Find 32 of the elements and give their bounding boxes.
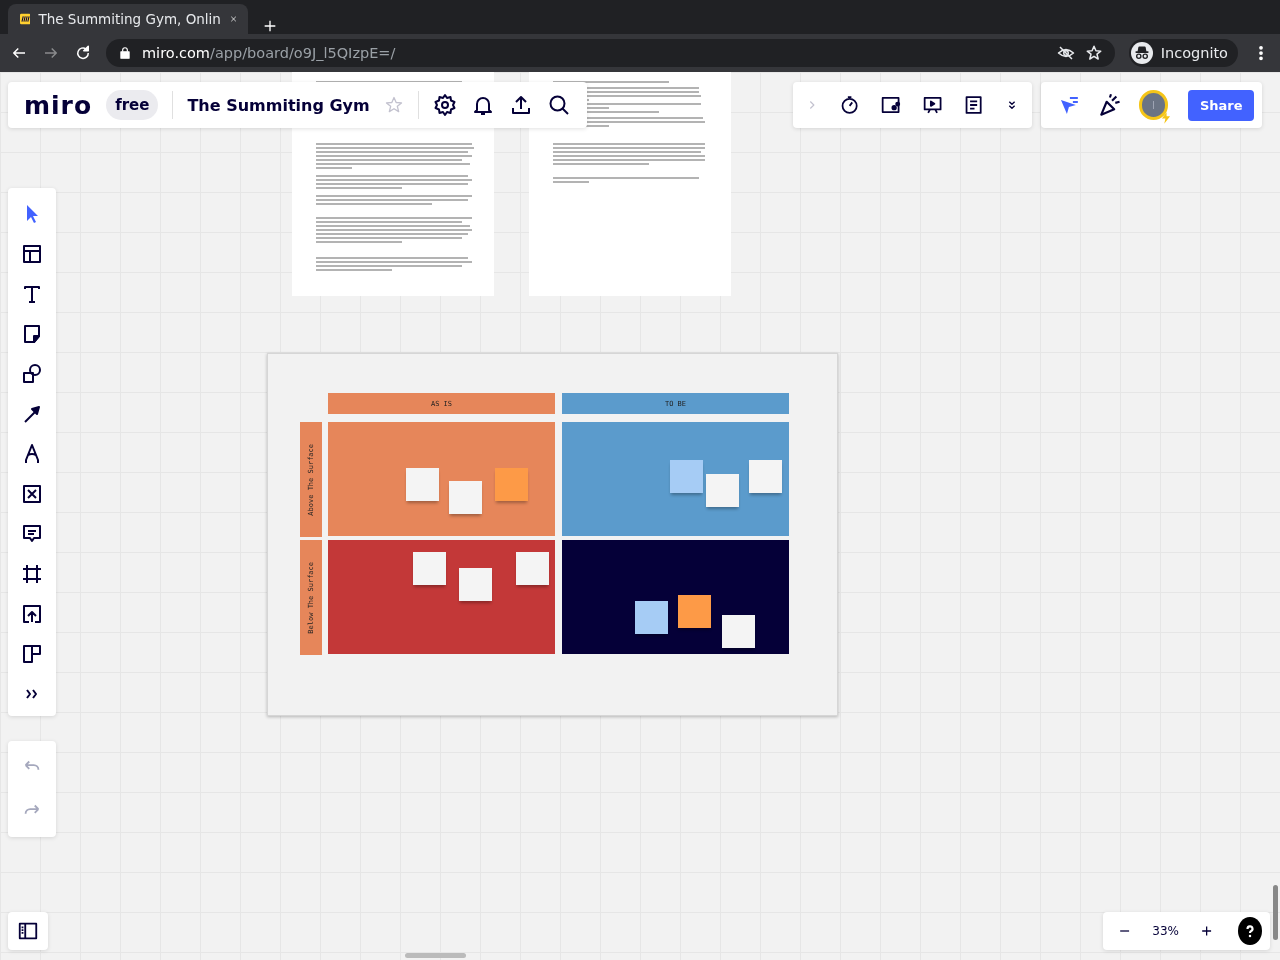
board-icon[interactable] bbox=[20, 642, 44, 666]
address-bar[interactable]: miro.com/app/board/o9J_l5QIzpE=/ bbox=[106, 39, 1115, 67]
sidebar-icon bbox=[17, 920, 39, 942]
panel-toggle[interactable] bbox=[8, 912, 48, 950]
browser-tab[interactable]: The Summiting Gym, Onlin bbox=[8, 4, 248, 34]
scrollbar[interactable] bbox=[1273, 885, 1278, 940]
upload-icon[interactable] bbox=[20, 602, 44, 626]
zoom-level: 33% bbox=[1152, 924, 1179, 938]
layout-icon[interactable] bbox=[20, 242, 44, 266]
eye-slash-icon[interactable] bbox=[1056, 44, 1075, 62]
search-icon[interactable] bbox=[546, 93, 571, 117]
profile-label: Incognito bbox=[1160, 45, 1228, 61]
crossed-box-icon[interactable] bbox=[20, 482, 44, 506]
star-icon[interactable] bbox=[1084, 44, 1103, 62]
new-tab-icon[interactable] bbox=[262, 18, 278, 34]
miro-logo[interactable]: miro bbox=[24, 90, 93, 120]
board-title[interactable]: The Summiting Gym bbox=[187, 95, 370, 115]
reload-icon[interactable] bbox=[74, 44, 92, 62]
shapes-icon[interactable] bbox=[20, 362, 44, 386]
tab-title: The Summiting Gym, Onlin bbox=[38, 11, 221, 27]
star-icon[interactable] bbox=[383, 95, 404, 115]
help-button[interactable] bbox=[1238, 917, 1262, 945]
share-button[interactable]: Share bbox=[1188, 89, 1254, 121]
settings-icon[interactable] bbox=[432, 93, 457, 117]
incognito-icon bbox=[1130, 42, 1153, 64]
frame-icon[interactable] bbox=[20, 562, 44, 586]
scrollbar[interactable] bbox=[405, 953, 466, 958]
address-text: miro.com/app/board/o9J_l5QIzpE=/ bbox=[142, 45, 397, 61]
miro-favicon-icon bbox=[20, 11, 31, 27]
lock-icon bbox=[118, 46, 132, 60]
plan-badge: free bbox=[106, 90, 159, 120]
profile-button[interactable]: Incognito bbox=[1128, 39, 1238, 67]
